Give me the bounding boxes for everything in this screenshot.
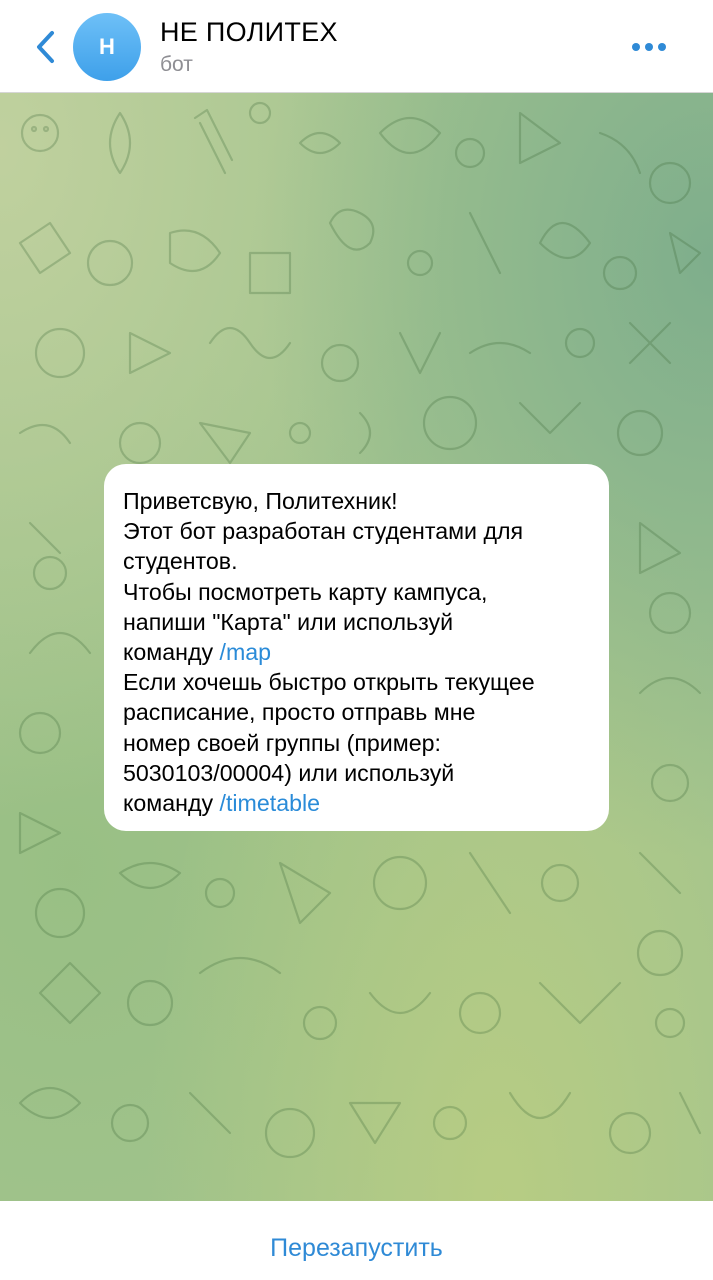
chat-area[interactable]: Приветсвую, Политехник! Этот бот разрабо… <box>0 93 713 1201</box>
message-line: Приветсвую, Политехник! <box>123 488 398 514</box>
timetable-command-link[interactable]: /timetable <box>220 790 321 816</box>
restart-button[interactable]: Перезапустить <box>0 1234 713 1263</box>
message-line: Этот бот разработан студентами для <box>123 518 524 545</box>
map-prefix: команду <box>123 639 220 666</box>
message-line: напиши "Карта" или используй <box>123 608 454 635</box>
map-command-link[interactable]: /map <box>220 639 272 665</box>
back-button[interactable] <box>26 22 66 72</box>
message-line: 5030103/00004) или используй <box>123 759 455 786</box>
timetable-prefix: команду <box>123 790 220 817</box>
message-line: студентов. <box>123 548 238 575</box>
message-line: Чтобы посмотреть карту кампуса, <box>123 578 488 605</box>
avatar[interactable]: Н <box>73 13 141 81</box>
bottom-bar: Перезапустить <box>0 1201 713 1280</box>
message-line: Если хочешь быстро открыть текущее <box>123 669 535 696</box>
message-line: расписание, просто отправь мне <box>123 699 476 726</box>
telegram-chat-screen: Н НЕ ПОЛИТЕХ бот Приветсвую, Политехник!… <box>0 0 713 1280</box>
bot-message-bubble[interactable]: Приветсвую, Политехник! Этот бот разрабо… <box>104 464 609 831</box>
chat-header: Н НЕ ПОЛИТЕХ бот <box>0 0 713 93</box>
chevron-left-icon <box>37 31 54 63</box>
more-button[interactable] <box>624 30 674 64</box>
chat-title: НЕ ПОЛИТЕХ <box>160 17 338 47</box>
message-line: команду /map <box>123 637 590 667</box>
chat-subtitle: бот <box>160 53 193 76</box>
message-line: команду /timetable <box>123 788 590 818</box>
message-line: номер своей группы (пример: <box>123 729 441 756</box>
ellipsis-icon <box>632 43 666 51</box>
